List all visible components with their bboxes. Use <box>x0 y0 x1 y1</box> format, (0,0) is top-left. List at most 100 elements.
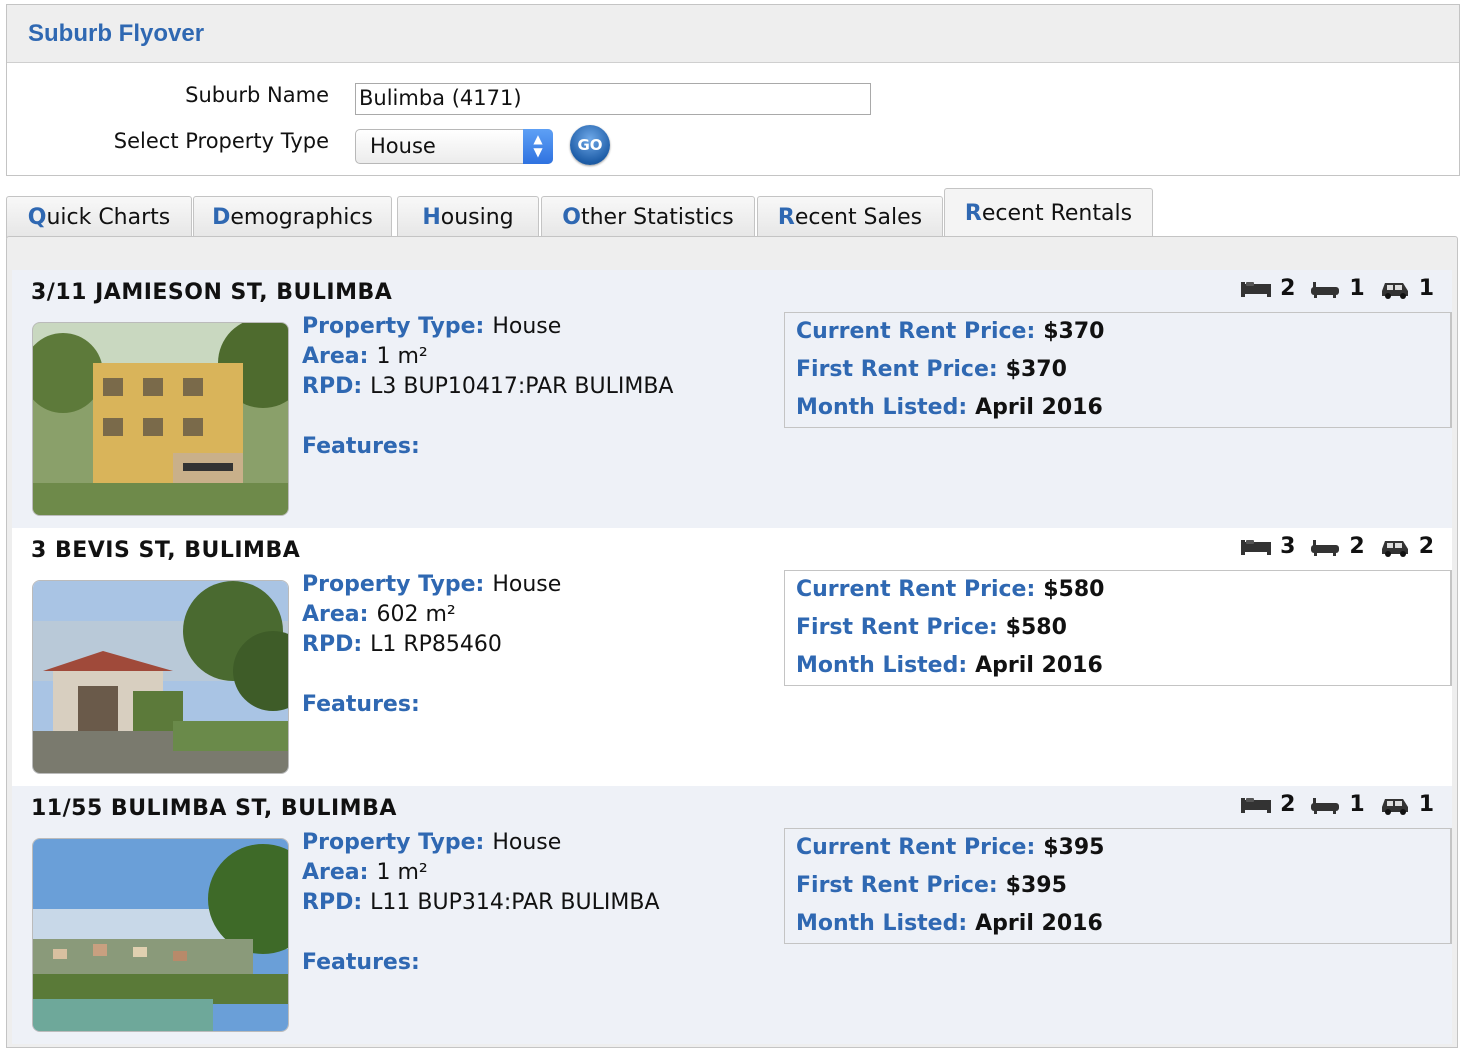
month-listed-label: Month Listed: <box>796 395 968 420</box>
tab-housing[interactable]: Housing <box>397 196 539 238</box>
tab-accent-letter: R <box>964 201 982 226</box>
property-type-value: House <box>492 314 562 339</box>
month-listed-value: April 2016 <box>975 395 1103 420</box>
property-type-label: Property Type: <box>302 314 485 339</box>
tab-quick-charts[interactable]: Quick Charts <box>6 196 192 238</box>
listing-counts: 2 1 1 <box>1240 276 1448 301</box>
listing-counts: 2 1 1 <box>1240 792 1448 817</box>
listing-details: Property Type: House Area: 1 m² RPD: L3 BUP… <box>302 314 673 404</box>
property-type-label: Property Type: <box>302 572 485 597</box>
features-label: Features: <box>302 692 420 717</box>
rpd-value: L11 BUP314:PAR BULIMBA <box>370 890 660 915</box>
area-label: Area: <box>302 344 369 369</box>
car-icon <box>1381 282 1408 299</box>
features-label: Features: <box>302 434 420 459</box>
bed-icon <box>1241 797 1272 813</box>
rpd-value: L1 RP85460 <box>370 632 502 657</box>
current-rent-label: Current Rent Price: <box>796 577 1036 602</box>
current-rent-value: $395 <box>1043 835 1105 860</box>
tab-label: uick Charts <box>46 205 171 230</box>
tab-label: ther Statistics <box>580 205 734 230</box>
property-type-label: Property Type: <box>302 830 485 855</box>
bath-count: 1 <box>1349 792 1365 817</box>
recent-rentals-content: 3/11 JAMIESON ST, BULIMBA 2 1 1 Property… <box>6 236 1458 1048</box>
panel-title: Suburb Flyover <box>28 19 205 47</box>
bed-count: 2 <box>1280 792 1296 817</box>
tab-bar: Quick Charts Demographics Housing Other … <box>6 188 1460 238</box>
listing-address: 3 BEVIS ST, BULIMBA <box>31 538 301 563</box>
current-rent-label: Current Rent Price: <box>796 835 1036 860</box>
car-count: 2 <box>1418 534 1434 559</box>
property-type-value: House <box>492 572 562 597</box>
property-type-value: House <box>492 830 562 855</box>
month-listed-label: Month Listed: <box>796 653 968 678</box>
listing-card: 11/55 BULIMBA ST, BULIMBA 2 1 1 Property… <box>12 786 1452 1044</box>
rpd-label: RPD: <box>302 374 363 399</box>
listing-card: 3/11 JAMIESON ST, BULIMBA 2 1 1 Property… <box>12 270 1452 528</box>
first-rent-value: $370 <box>1005 357 1067 382</box>
tab-accent-letter: R <box>777 205 795 230</box>
bath-icon <box>1311 281 1340 298</box>
tab-accent-letter: O <box>562 205 581 230</box>
rpd-label: RPD: <box>302 632 363 657</box>
apartment-photo <box>33 323 288 515</box>
first-rent-label: First Rent Price: <box>796 873 998 898</box>
listing-counts: 3 2 2 <box>1240 534 1448 559</box>
area-label: Area: <box>302 602 369 627</box>
listing-address: 3/11 JAMIESON ST, BULIMBA <box>31 280 393 305</box>
view-photo <box>33 839 288 1031</box>
listing-card: 3 BEVIS ST, BULIMBA 3 2 2 Property Type:… <box>12 528 1452 786</box>
price-box: Current Rent Price: $580 First Rent Price… <box>784 570 1452 686</box>
tab-accent-letter: Q <box>27 205 47 230</box>
tab-label: emographics <box>230 205 373 230</box>
price-box: Current Rent Price: $395 First Rent Price… <box>784 828 1452 944</box>
suburb-name-label: Suburb Name <box>185 83 329 107</box>
rpd-label: RPD: <box>302 890 363 915</box>
listing-address: 11/55 BULIMBA ST, BULIMBA <box>31 796 397 821</box>
area-label: Area: <box>302 860 369 885</box>
area-value: 1 m² <box>376 344 428 369</box>
current-rent-value: $580 <box>1043 577 1105 602</box>
suburb-name-input[interactable]: Bulimba (4171) <box>355 83 871 115</box>
bed-count: 2 <box>1280 276 1296 301</box>
first-rent-value: $580 <box>1005 615 1067 640</box>
house-photo <box>33 581 288 773</box>
listing-details: Property Type: House Area: 602 m² RPD: L1 R… <box>302 572 561 662</box>
tab-label: ecent Rentals <box>981 201 1133 226</box>
current-rent-value: $370 <box>1043 319 1105 344</box>
select-arrows-icon: ▲ ▼ <box>523 129 553 164</box>
car-icon <box>1381 798 1408 815</box>
bed-icon <box>1241 281 1272 297</box>
bed-count: 3 <box>1280 534 1296 559</box>
panel-header: Suburb Flyover <box>7 5 1459 63</box>
rpd-value: L3 BUP10417:PAR BULIMBA <box>370 374 674 399</box>
listing-details: Property Type: House Area: 1 m² RPD: L11 BU… <box>302 830 660 920</box>
price-box: Current Rent Price: $370 First Rent Price… <box>784 312 1452 428</box>
bed-icon <box>1241 539 1272 555</box>
suburb-flyover-panel: Suburb Flyover Suburb Name Bulimba (4171… <box>6 4 1460 176</box>
listing-photo[interactable] <box>32 580 289 774</box>
property-type-label: Select Property Type <box>113 129 329 153</box>
tab-accent-letter: D <box>212 205 231 230</box>
tab-recent-sales[interactable]: Recent Sales <box>757 196 943 238</box>
car-icon <box>1381 540 1408 557</box>
current-rent-label: Current Rent Price: <box>796 319 1036 344</box>
car-count: 1 <box>1418 792 1434 817</box>
month-listed-label: Month Listed: <box>796 911 968 936</box>
property-type-select[interactable]: House ▲ ▼ <box>355 129 553 164</box>
listing-photo[interactable] <box>32 322 289 516</box>
month-listed-value: April 2016 <box>975 653 1103 678</box>
bath-icon <box>1311 539 1340 556</box>
tab-recent-rentals[interactable]: Recent Rentals <box>944 188 1153 238</box>
bath-count: 1 <box>1349 276 1365 301</box>
tab-label: ousing <box>440 205 514 230</box>
tab-demographics[interactable]: Demographics <box>193 196 392 238</box>
first-rent-label: First Rent Price: <box>796 357 998 382</box>
first-rent-value: $395 <box>1005 873 1067 898</box>
first-rent-label: First Rent Price: <box>796 615 998 640</box>
go-button[interactable]: GO <box>570 125 610 165</box>
listing-photo[interactable] <box>32 838 289 1032</box>
tab-other-statistics[interactable]: Other Statistics <box>541 196 755 238</box>
month-listed-value: April 2016 <box>975 911 1103 936</box>
tab-accent-letter: H <box>422 205 441 230</box>
